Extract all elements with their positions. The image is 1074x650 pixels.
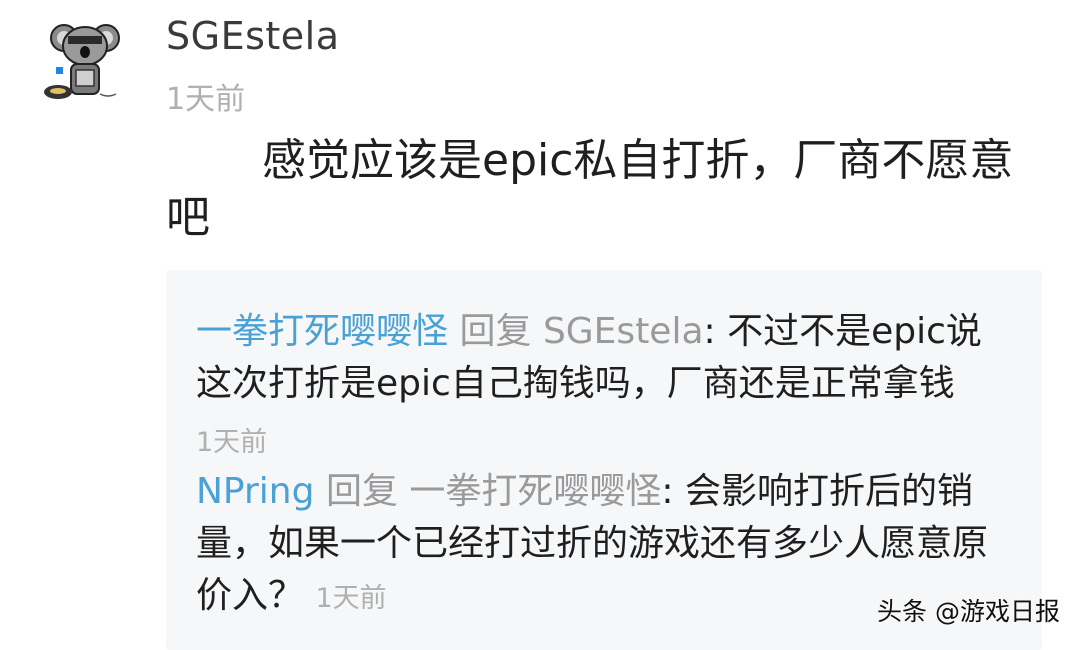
reply-label: 回复: [325, 471, 398, 512]
watermark: 头条 @游戏日报: [877, 597, 1060, 626]
reply-label: 回复: [459, 311, 532, 352]
reply-separator: :: [661, 471, 674, 512]
reply-timestamp: 1天前: [315, 583, 387, 614]
reply-author[interactable]: NPring: [196, 471, 314, 512]
comment-username[interactable]: SGEstela: [166, 14, 340, 58]
reply-target[interactable]: 一拳打死嘤嘤怪: [409, 471, 661, 512]
reply-separator: :: [703, 311, 716, 352]
reply-author[interactable]: 一拳打死嘤嘤怪: [196, 311, 448, 352]
reply-target[interactable]: SGEstela: [543, 311, 704, 352]
comment-timestamp: 1天前: [166, 82, 246, 117]
reply-item: 一拳打死嘤嘤怪 回复 SGEstela: 不过不是epic说这次打折是epic自…: [196, 306, 1016, 410]
koala-avatar-icon: [44, 24, 120, 99]
reply-timestamp: 1天前: [196, 427, 268, 458]
avatar[interactable]: [38, 14, 130, 106]
comment-body: 感觉应该是epic私自打折，厂商不愿意吧: [166, 135, 1014, 243]
